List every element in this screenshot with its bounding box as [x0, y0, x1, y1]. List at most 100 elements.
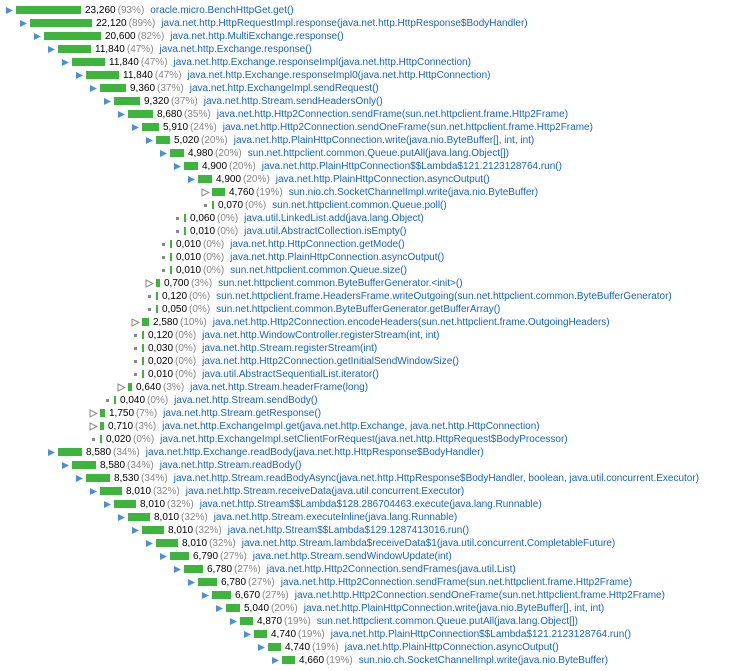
- tree-row[interactable]: 0,010(0%)sun.net.httpclient.common.Queue…: [4, 264, 727, 276]
- expand-open-icon[interactable]: [74, 473, 84, 483]
- tree-row[interactable]: 4,660(19%)sun.nio.ch.SocketChannelImpl.w…: [4, 654, 727, 666]
- expand-open-icon[interactable]: [158, 148, 168, 158]
- tree-row[interactable]: 4,740(19%)java.net.http.PlainHttpConnect…: [4, 628, 727, 640]
- tree-row[interactable]: 23,260(93%)oracle.micro.BenchHttpGet.get…: [4, 4, 727, 16]
- tree-row[interactable]: 0,030(0%)java.net.http.Stream.registerSt…: [4, 342, 727, 354]
- tree-row[interactable]: 0,710(3%)java.net.http.ExchangeImpl.get(…: [4, 420, 727, 432]
- tree-row[interactable]: 8,010(32%)java.net.http.Stream$$Lambda$1…: [4, 524, 727, 536]
- tree-row[interactable]: 4,870(19%)sun.net.httpclient.common.Queu…: [4, 615, 727, 627]
- expand-open-icon[interactable]: [46, 44, 56, 54]
- expand-open-icon[interactable]: [130, 525, 140, 535]
- expand-closed-icon[interactable]: [88, 421, 98, 431]
- time-bar: [128, 513, 150, 521]
- expand-open-icon[interactable]: [228, 616, 238, 626]
- expand-closed-icon[interactable]: [88, 408, 98, 418]
- tree-row[interactable]: 6,780(27%)java.net.http.Http2Connection.…: [4, 563, 727, 575]
- tree-row[interactable]: 8,010(32%)java.net.http.Stream.receiveDa…: [4, 485, 727, 497]
- tree-row[interactable]: 8,580(34%)java.net.http.Exchange.readBod…: [4, 446, 727, 458]
- expand-open-icon[interactable]: [242, 629, 252, 639]
- tree-row[interactable]: 4,740(19%)java.net.http.PlainHttpConnect…: [4, 641, 727, 653]
- expand-open-icon[interactable]: [172, 564, 182, 574]
- expand-open-icon[interactable]: [116, 109, 126, 119]
- tree-row[interactable]: 4,900(20%)java.net.http.PlainHttpConnect…: [4, 160, 727, 172]
- expand-open-icon[interactable]: [158, 551, 168, 561]
- expand-open-icon[interactable]: [88, 486, 98, 496]
- expand-closed-icon[interactable]: [144, 278, 154, 288]
- expand-open-icon[interactable]: [60, 57, 70, 67]
- tree-row[interactable]: 2,580(10%)java.net.http.Http2Connection.…: [4, 316, 727, 328]
- expand-open-icon[interactable]: [144, 135, 154, 145]
- expand-open-icon[interactable]: [116, 512, 126, 522]
- percent-value: (7%): [136, 408, 157, 419]
- tree-row[interactable]: 8,010(32%)java.net.http.Stream.executeIn…: [4, 511, 727, 523]
- expand-closed-icon[interactable]: [130, 317, 140, 327]
- tree-row[interactable]: 0,010(0%)java.net.http.PlainHttpConnecti…: [4, 251, 727, 263]
- tree-row[interactable]: 6,780(27%)java.net.http.Http2Connection.…: [4, 576, 727, 588]
- tree-row[interactable]: 6,790(27%)java.net.http.Stream.sendWindo…: [4, 550, 727, 562]
- expand-open-icon[interactable]: [144, 538, 154, 548]
- leaf-icon: [158, 239, 168, 249]
- tree-row[interactable]: 8,680(35%)java.net.http.Http2Connection.…: [4, 108, 727, 120]
- tree-row[interactable]: 9,360(37%)java.net.http.ExchangeImpl.sen…: [4, 82, 727, 94]
- percent-value: (0%): [245, 200, 266, 211]
- expand-open-icon[interactable]: [256, 642, 266, 652]
- tree-row[interactable]: 0,020(0%)java.net.http.Http2Connection.g…: [4, 355, 727, 367]
- expand-open-icon[interactable]: [102, 499, 112, 509]
- tree-row[interactable]: 9,320(37%)java.net.http.Stream.sendHeade…: [4, 95, 727, 107]
- tree-row[interactable]: 5,020(20%)java.net.http.PlainHttpConnect…: [4, 134, 727, 146]
- tree-row[interactable]: 11,840(47%)java.net.http.Exchange.respon…: [4, 56, 727, 68]
- tree-row[interactable]: 0,700(3%)sun.net.httpclient.common.ByteB…: [4, 277, 727, 289]
- tree-row[interactable]: 8,010(32%)java.net.http.Stream$$Lambda$1…: [4, 498, 727, 510]
- time-bar: [156, 305, 158, 313]
- tree-row[interactable]: 0,010(0%)java.util.AbstractCollection.is…: [4, 225, 727, 237]
- tree-row[interactable]: 0,640(3%)java.net.http.Stream.headerFram…: [4, 381, 727, 393]
- time-bar: [142, 370, 144, 378]
- tree-row[interactable]: 0,010(0%)java.net.http.HttpConnection.ge…: [4, 238, 727, 250]
- expand-open-icon[interactable]: [186, 174, 196, 184]
- tree-row[interactable]: 0,050(0%)sun.net.httpclient.common.ByteB…: [4, 303, 727, 315]
- tree-row[interactable]: 4,980(20%)sun.net.httpclient.common.Queu…: [4, 147, 727, 159]
- tree-row[interactable]: 6,670(27%)java.net.http.Http2Connection.…: [4, 589, 727, 601]
- method-name: java.util.AbstractCollection.isEmpty(): [244, 226, 406, 237]
- tree-row[interactable]: 0,120(0%)java.net.http.WindowController.…: [4, 329, 727, 341]
- tree-row[interactable]: 5,040(20%)java.net.http.PlainHttpConnect…: [4, 602, 727, 614]
- tree-row[interactable]: 0,120(0%)sun.net.httpclient.frame.Header…: [4, 290, 727, 302]
- expand-open-icon[interactable]: [186, 577, 196, 587]
- expand-open-icon[interactable]: [4, 5, 14, 15]
- expand-open-icon[interactable]: [74, 70, 84, 80]
- tree-row[interactable]: 4,760(19%)sun.nio.ch.SocketChannelImpl.w…: [4, 186, 727, 198]
- tree-row[interactable]: 8,530(34%)java.net.http.Stream.readBodyA…: [4, 472, 727, 484]
- expand-closed-icon[interactable]: [200, 187, 210, 197]
- tree-row[interactable]: 0,060(0%)java.util.LinkedList.add(java.l…: [4, 212, 727, 224]
- tree-row[interactable]: 0,010(0%)java.util.AbstractSequentialLis…: [4, 368, 727, 380]
- tree-row[interactable]: 20,600(82%)java.net.http.MultiExchange.r…: [4, 30, 727, 42]
- expand-open-icon[interactable]: [172, 161, 182, 171]
- expand-open-icon[interactable]: [88, 83, 98, 93]
- expand-open-icon[interactable]: [60, 460, 70, 470]
- expand-open-icon[interactable]: [130, 122, 140, 132]
- tree-row[interactable]: 11,840(47%)java.net.http.Exchange.respon…: [4, 43, 727, 55]
- expand-open-icon[interactable]: [102, 96, 112, 106]
- expand-open-icon[interactable]: [214, 603, 224, 613]
- time-bar: [184, 214, 186, 222]
- time-bar: [184, 162, 198, 170]
- tree-row[interactable]: 0,040(0%)java.net.http.Stream.sendBody(): [4, 394, 727, 406]
- tree-row[interactable]: 5,910(24%)java.net.http.Http2Connection.…: [4, 121, 727, 133]
- expand-open-icon[interactable]: [46, 447, 56, 457]
- method-name: java.net.http.Http2Connection.getInitial…: [202, 356, 459, 367]
- expand-open-icon[interactable]: [270, 655, 280, 665]
- tree-row[interactable]: 8,010(32%)java.net.http.Stream.lambda$re…: [4, 537, 727, 549]
- tree-row[interactable]: 0,070(0%)sun.net.httpclient.common.Queue…: [4, 199, 727, 211]
- tree-row[interactable]: 4,900(20%)java.net.http.PlainHttpConnect…: [4, 173, 727, 185]
- expand-open-icon[interactable]: [32, 31, 42, 41]
- tree-row[interactable]: 22,120(89%)java.net.http.HttpRequestImpl…: [4, 17, 727, 29]
- tree-row[interactable]: 1,750(7%)java.net.http.Stream.getRespons…: [4, 407, 727, 419]
- tree-row[interactable]: 8,580(34%)java.net.http.Stream.readBody(…: [4, 459, 727, 471]
- time-bar: [58, 448, 82, 456]
- expand-open-icon[interactable]: [200, 590, 210, 600]
- expand-closed-icon[interactable]: [116, 382, 126, 392]
- tree-row[interactable]: 0,020(0%)java.net.http.ExchangeImpl.setC…: [4, 433, 727, 445]
- expand-open-icon[interactable]: [18, 18, 28, 28]
- tree-row[interactable]: 11,840(47%)java.net.http.Exchange.respon…: [4, 69, 727, 81]
- percent-value: (0%): [189, 304, 210, 315]
